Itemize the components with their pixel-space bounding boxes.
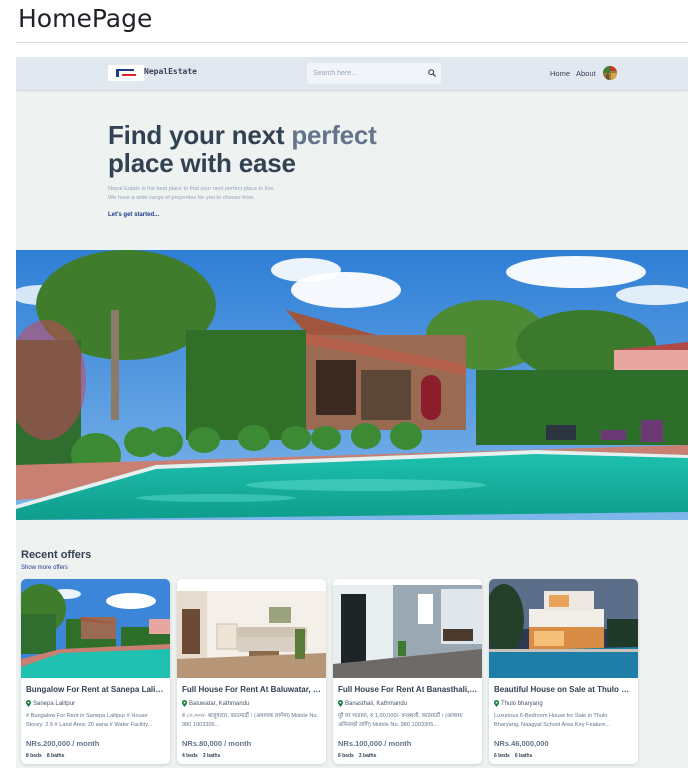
offer-card-image[interactable] bbox=[489, 579, 638, 678]
offer-card-price: NRs.100,000 / month bbox=[338, 739, 412, 748]
offer-card-specs: 8 beds 8 baths bbox=[26, 753, 69, 759]
offer-card-description: पुरै घर भाडामा, रु 1,00,000/- वनस्थली, क… bbox=[338, 713, 463, 728]
offer-card-title[interactable]: Full House For Rent At Baluwatar, Kathma… bbox=[182, 685, 322, 694]
search-input[interactable] bbox=[313, 67, 419, 80]
location-pin-icon bbox=[182, 700, 187, 707]
logo-icon[interactable] bbox=[108, 65, 144, 81]
brand-name[interactable]: NepalEstate bbox=[144, 67, 197, 76]
title-divider bbox=[16, 42, 688, 43]
offer-card-title[interactable]: Beautiful House on Sale at Thulo bharyan… bbox=[494, 685, 634, 694]
site-header: NepalEstate Home About bbox=[16, 57, 688, 90]
hero-subtitle: Nepal Estate is the best place to find y… bbox=[108, 185, 318, 203]
location-pin-icon bbox=[338, 700, 343, 707]
recent-offers-heading: Recent offers bbox=[21, 549, 92, 561]
offer-card-specs: 6 beds 6 baths bbox=[494, 753, 537, 759]
offer-card-location-text: Thulo bharyang bbox=[501, 700, 543, 707]
offer-card-location: Sanepa Lalitpur bbox=[26, 700, 166, 707]
offer-card-beds: 6 beds bbox=[338, 753, 354, 759]
offer-card-baths: 8 baths bbox=[46, 753, 65, 759]
offer-card[interactable]: Bungalow For Rent at Sanepa Lalitpur San… bbox=[21, 579, 170, 764]
hero-title-part1: Find your next bbox=[108, 120, 292, 150]
nav-home-link[interactable]: Home bbox=[550, 69, 570, 78]
offer-card-title[interactable]: Full House For Rent At Banasthali, Kathm… bbox=[338, 685, 478, 694]
offer-card-location: Banasthali, Kathmandu bbox=[338, 700, 478, 707]
app-frame: NepalEstate Home About Find your next pe… bbox=[16, 57, 688, 768]
offer-card-location: Baluwatar, Kathmandu bbox=[182, 700, 322, 707]
offer-card-baths: 3 baths bbox=[202, 753, 221, 759]
offer-card[interactable]: Full House For Rent At Banasthali, Kathm… bbox=[333, 579, 482, 764]
offer-card-beds: 6 beds bbox=[494, 753, 510, 759]
hero-section: Find your next perfect place with ease bbox=[108, 121, 377, 177]
offer-card-price: NRs.46,000,000 bbox=[494, 739, 549, 748]
offer-card-title[interactable]: Bungalow For Rent at Sanepa Lalitpur bbox=[26, 685, 166, 694]
search-box bbox=[307, 63, 441, 84]
search-icon[interactable] bbox=[428, 69, 436, 77]
offer-card-price: NRs.80,000 / month bbox=[182, 739, 252, 748]
offer-card-location-text: Sanepa Lalitpur bbox=[33, 700, 76, 707]
hero-subtitle-line2: We have a wide range of properties for y… bbox=[108, 195, 255, 201]
offer-card-description: # Bungalow For Rent in Sanepa Lalitpur #… bbox=[26, 713, 153, 728]
offer-card-image[interactable] bbox=[177, 579, 326, 678]
location-pin-icon bbox=[494, 700, 499, 707]
location-pin-icon bbox=[26, 700, 31, 707]
offer-card[interactable]: Full House For Rent At Baluwatar, Kathma… bbox=[177, 579, 326, 764]
offer-card-location-text: Baluwatar, Kathmandu bbox=[189, 700, 250, 707]
show-more-offers-link[interactable]: Show more offers bbox=[21, 565, 68, 571]
offer-card-image[interactable] bbox=[333, 579, 482, 678]
offer-card-baths: 3 baths bbox=[358, 753, 377, 759]
user-avatar[interactable] bbox=[603, 66, 617, 80]
hero-title-accent: perfect bbox=[291, 120, 377, 150]
offer-card-description: रु ८०,०००/- बालुवाटार, काठमाडौं । (अवश्य… bbox=[182, 713, 319, 728]
offer-card-price: NRs.200,000 / month bbox=[26, 739, 100, 748]
hero-subtitle-line1: Nepal Estate is the best place to find y… bbox=[108, 186, 275, 192]
offer-card-location: Thulo bharyang bbox=[494, 700, 634, 707]
page-title: HomePage bbox=[18, 4, 153, 33]
offer-card-specs: 4 beds 3 baths bbox=[182, 753, 225, 759]
offer-card-location-text: Banasthali, Kathmandu bbox=[345, 700, 408, 707]
offer-card-baths: 6 baths bbox=[514, 753, 533, 759]
offer-card-image[interactable] bbox=[21, 579, 170, 678]
nav-about-link[interactable]: About bbox=[576, 69, 596, 78]
offer-card-specs: 6 beds 3 baths bbox=[338, 753, 381, 759]
banner-image bbox=[16, 250, 688, 520]
offer-card[interactable]: Beautiful House on Sale at Thulo bharyan… bbox=[489, 579, 638, 764]
hero-title-line2: place with ease bbox=[108, 148, 296, 178]
offer-card-description: Luxurious 6-Bedroom House for Sale in Th… bbox=[494, 713, 610, 728]
offer-card-beds: 4 beds bbox=[182, 753, 198, 759]
hero-title: Find your next perfect place with ease bbox=[108, 121, 377, 177]
offer-card-beds: 8 beds bbox=[26, 753, 42, 759]
get-started-link[interactable]: Let's get started... bbox=[108, 212, 159, 218]
